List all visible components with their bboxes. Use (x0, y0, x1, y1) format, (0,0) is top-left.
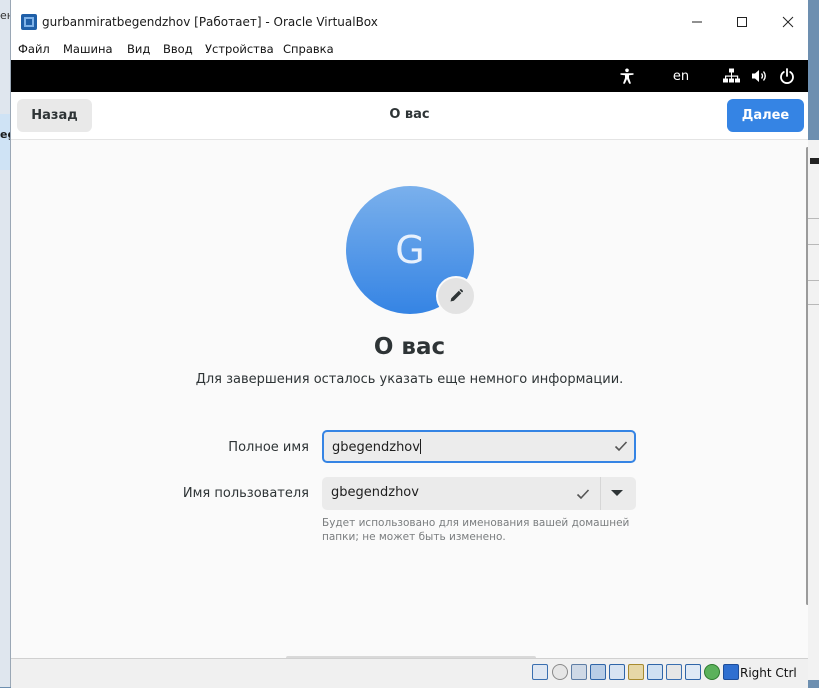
power-indicator[interactable] (775, 60, 799, 92)
desktop-right-edge (807, 140, 819, 680)
username-value: gbegendzhov (331, 485, 419, 500)
hard-disk-icon[interactable] (532, 664, 548, 680)
menu-devices[interactable]: Устройства (205, 42, 274, 56)
network-wired-icon (722, 68, 740, 83)
menu-machine[interactable]: Машина (63, 42, 113, 56)
username-combo[interactable]: gbegendzhov (322, 477, 636, 510)
avatar-edit-button[interactable] (436, 276, 476, 316)
accessibility-indicator[interactable] (615, 60, 639, 92)
volume-indicator[interactable] (748, 60, 770, 92)
power-icon (780, 68, 794, 84)
close-button[interactable] (768, 8, 808, 36)
minimize-button[interactable] (677, 8, 717, 36)
avatar-initial: G (395, 228, 425, 272)
title-bar[interactable]: gurbanmiratbegendzhov [Работает] - Oracl… (11, 0, 808, 42)
maximize-button[interactable] (722, 8, 762, 36)
window-title: gurbanmiratbegendzhov [Работает] - Oracl… (42, 15, 378, 29)
volume-icon (751, 70, 766, 82)
maximize-icon (737, 17, 747, 27)
close-icon (782, 16, 794, 28)
virtualbox-app-icon (21, 14, 37, 30)
cpu-icon[interactable] (685, 664, 701, 680)
menu-input[interactable]: Ввод (163, 42, 193, 56)
text-cursor (419, 439, 421, 454)
menu-file[interactable]: Файл (18, 42, 50, 56)
gnome-initial-setup: Назад О вас Далее G О вас Для завершения… (11, 92, 808, 658)
menu-view[interactable]: Вид (127, 42, 150, 56)
menu-help[interactable]: Справка (283, 42, 334, 56)
page-subtitle: Для завершения осталось указать еще немн… (195, 372, 624, 387)
virtualbox-window: gurbanmiratbegendzhov [Работает] - Oracl… (10, 0, 808, 688)
username-hint: Будет использовано для именования вашей … (322, 517, 630, 543)
pencil-icon (450, 289, 463, 302)
network-icon[interactable] (590, 664, 606, 680)
full-name-input[interactable]: gbegendzhov (322, 430, 636, 463)
dropdown-arrow-icon[interactable] (610, 487, 624, 499)
keyboard-capture-icon[interactable] (723, 664, 739, 680)
check-icon (576, 489, 590, 500)
header-title: О вас (389, 107, 430, 122)
full-name-label: Полное имя (228, 440, 309, 455)
status-bar: Right Ctrl (11, 658, 808, 688)
username-label: Имя пользователя (182, 486, 309, 501)
header-bar: Назад О вас Далее (11, 92, 808, 140)
minimize-icon (692, 21, 702, 23)
optical-drive-icon[interactable] (552, 664, 568, 680)
check-icon (614, 441, 628, 452)
audio-icon[interactable] (571, 664, 587, 680)
menu-bar: Файл Машина Вид Ввод Устройства Справка (11, 40, 808, 60)
mouse-integration-icon[interactable] (704, 664, 720, 680)
recording-icon[interactable] (666, 664, 682, 680)
host-key-label: Right Ctrl (740, 666, 797, 680)
network-indicator[interactable] (719, 60, 743, 92)
combo-separator (600, 477, 601, 510)
accessibility-icon (620, 68, 634, 84)
page-title: О вас (373, 334, 446, 360)
full-name-value: gbegendzhov (332, 439, 421, 455)
gnome-top-bar: en (11, 60, 808, 92)
language-indicator[interactable]: en (666, 60, 696, 92)
display-icon[interactable] (647, 664, 663, 680)
shared-folders-icon[interactable] (628, 664, 644, 680)
next-button[interactable]: Далее (727, 99, 804, 132)
usb-icon[interactable] (609, 664, 625, 680)
scrollbar[interactable] (806, 147, 808, 605)
